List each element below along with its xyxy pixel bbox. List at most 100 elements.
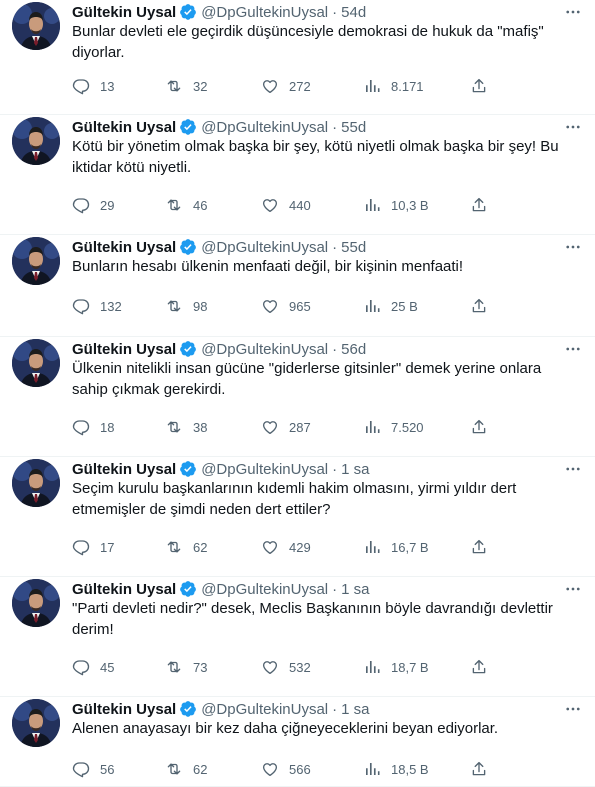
- avatar[interactable]: [12, 459, 60, 507]
- share-button[interactable]: [470, 195, 500, 215]
- like-icon: [261, 196, 279, 214]
- avatar[interactable]: [12, 237, 60, 285]
- views-button[interactable]: 25 B: [363, 296, 470, 316]
- tweet-actions: 13 32 272 8.171: [72, 76, 583, 96]
- views-button[interactable]: 8.171: [363, 76, 470, 96]
- share-icon: [470, 418, 488, 436]
- views-button[interactable]: 10,3 B: [363, 195, 470, 215]
- author-handle[interactable]: @DpGultekinUysal: [201, 239, 328, 256]
- like-button[interactable]: 532: [261, 657, 363, 677]
- author-name[interactable]: Gültekin Uysal: [72, 341, 176, 358]
- reply-button[interactable]: 56: [72, 759, 165, 779]
- like-button[interactable]: 440: [261, 195, 363, 215]
- more-options-icon[interactable]: [563, 117, 583, 137]
- retweet-button[interactable]: 62: [165, 537, 261, 557]
- views-button[interactable]: 18,7 B: [363, 657, 470, 677]
- tweet[interactable]: Gültekin Uysal @DpGultekinUysal · 55d Kötü b…: [0, 115, 595, 235]
- tweet-text: Alenen anayasayı bir kez daha çiğneyecek…: [72, 720, 499, 737]
- tweet-header: Gültekin Uysal @DpGultekinUysal · 1 sa: [72, 699, 583, 719]
- views-icon: [363, 658, 381, 676]
- separator-dot: ·: [332, 700, 338, 718]
- avatar[interactable]: [12, 339, 60, 387]
- retweet-button[interactable]: 62: [165, 759, 261, 779]
- more-options-icon[interactable]: [563, 579, 583, 599]
- share-button[interactable]: [470, 759, 500, 779]
- tweet-header: Gültekin Uysal @DpGultekinUysal · 54d: [72, 2, 583, 22]
- more-options-icon[interactable]: [563, 699, 583, 719]
- author-handle[interactable]: @DpGultekinUysal: [201, 461, 328, 478]
- like-icon: [261, 658, 279, 676]
- more-options-icon[interactable]: [563, 339, 583, 359]
- share-icon: [470, 538, 488, 556]
- more-options-icon[interactable]: [563, 237, 583, 257]
- views-button[interactable]: 18,5 B: [363, 759, 470, 779]
- like-button[interactable]: 429: [261, 537, 363, 557]
- separator-dot: ·: [332, 238, 338, 256]
- author-handle[interactable]: @DpGultekinUysal: [201, 119, 328, 136]
- retweet-button[interactable]: 32: [165, 76, 261, 96]
- share-button[interactable]: [470, 657, 500, 677]
- tweet[interactable]: Gültekin Uysal @DpGultekinUysal · 56d Ülkeni…: [0, 337, 595, 457]
- reply-button[interactable]: 18: [72, 417, 165, 437]
- reply-button[interactable]: 13: [72, 76, 165, 96]
- share-button[interactable]: [470, 537, 500, 557]
- separator-dot: ·: [332, 118, 338, 136]
- retweet-button[interactable]: 98: [165, 296, 261, 316]
- retweet-icon: [165, 658, 183, 676]
- like-count: 429: [289, 539, 311, 555]
- tweet-time[interactable]: 1 sa: [341, 461, 369, 478]
- more-options-icon[interactable]: [563, 459, 583, 479]
- author-name[interactable]: Gültekin Uysal: [72, 581, 176, 598]
- author-handle[interactable]: @DpGultekinUysal: [201, 581, 328, 598]
- author-name[interactable]: Gültekin Uysal: [72, 461, 176, 478]
- share-icon: [470, 77, 488, 95]
- tweet-time[interactable]: 54d: [341, 4, 366, 21]
- author-name[interactable]: Gültekin Uysal: [72, 4, 176, 21]
- tweet[interactable]: Gültekin Uysal @DpGultekinUysal · 1 sa "Part…: [0, 577, 595, 697]
- retweet-button[interactable]: 38: [165, 417, 261, 437]
- avatar[interactable]: [12, 699, 60, 747]
- reply-button[interactable]: 132: [72, 296, 165, 316]
- tweet-time[interactable]: 55d: [341, 119, 366, 136]
- verified-badge-icon: [179, 700, 197, 718]
- share-button[interactable]: [470, 76, 500, 96]
- avatar[interactable]: [12, 117, 60, 165]
- tweet[interactable]: Gültekin Uysal @DpGultekinUysal · 1 sa Seçim…: [0, 457, 595, 577]
- like-button[interactable]: 566: [261, 759, 363, 779]
- reply-count: 29: [100, 197, 115, 213]
- like-button[interactable]: 287: [261, 417, 363, 437]
- avatar[interactable]: [12, 579, 60, 627]
- avatar[interactable]: [12, 2, 60, 50]
- reply-button[interactable]: 17: [72, 537, 165, 557]
- tweet-time[interactable]: 1 sa: [341, 581, 369, 598]
- retweet-button[interactable]: 73: [165, 657, 261, 677]
- share-button[interactable]: [470, 296, 500, 316]
- retweet-button[interactable]: 46: [165, 195, 261, 215]
- separator-dot: ·: [332, 460, 338, 478]
- author-handle[interactable]: @DpGultekinUysal: [201, 341, 328, 358]
- author-handle[interactable]: @DpGultekinUysal: [201, 701, 328, 718]
- like-button[interactable]: 965: [261, 296, 363, 316]
- tweet[interactable]: Gültekin Uysal @DpGultekinUysal · 55d Bunlar…: [0, 235, 595, 337]
- reply-button[interactable]: 45: [72, 657, 165, 677]
- share-button[interactable]: [470, 417, 500, 437]
- retweet-icon: [165, 538, 183, 556]
- author-handle[interactable]: @DpGultekinUysal: [201, 4, 328, 21]
- retweet-icon: [165, 418, 183, 436]
- tweet-time[interactable]: 1 sa: [341, 701, 369, 718]
- views-button[interactable]: 7.520: [363, 417, 470, 437]
- author-name[interactable]: Gültekin Uysal: [72, 701, 176, 718]
- more-options-icon[interactable]: [563, 2, 583, 22]
- retweet-count: 62: [193, 539, 208, 555]
- tweet-time[interactable]: 56d: [341, 341, 366, 358]
- author-name[interactable]: Gültekin Uysal: [72, 239, 176, 256]
- views-icon: [363, 760, 381, 778]
- tweet-time[interactable]: 55d: [341, 239, 366, 256]
- tweet[interactable]: Gültekin Uysal @DpGultekinUysal · 1 sa Alene…: [0, 697, 595, 787]
- views-icon: [363, 77, 381, 95]
- author-name[interactable]: Gültekin Uysal: [72, 119, 176, 136]
- tweet[interactable]: Gültekin Uysal @DpGultekinUysal · 54d Bunlar…: [0, 0, 595, 115]
- views-button[interactable]: 16,7 B: [363, 537, 470, 557]
- like-button[interactable]: 272: [261, 76, 363, 96]
- reply-button[interactable]: 29: [72, 195, 165, 215]
